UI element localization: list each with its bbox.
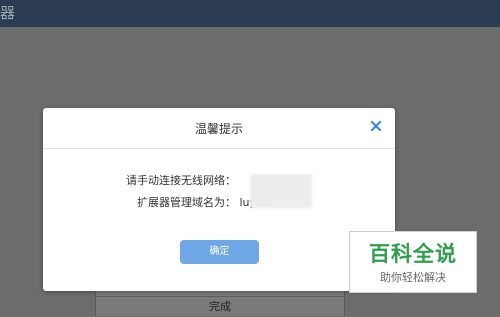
domain-label-text: 扩展器管理域名为： <box>137 196 236 209</box>
watermark-title: 百科全说 <box>369 242 457 266</box>
watermark-subtitle: 助你轻松解决 <box>380 271 446 284</box>
redacted-area <box>250 174 312 208</box>
confirm-button[interactable]: 确定 <box>180 240 259 264</box>
finish-button[interactable]: 完成 <box>96 296 344 317</box>
dialog-header: 温馨提示 <box>43 108 395 149</box>
dialog-title: 温馨提示 <box>194 122 243 136</box>
close-icon[interactable] <box>369 119 383 133</box>
watermark-logo: 百科全说 助你轻松解决 <box>349 231 477 293</box>
top-bar: 器 <box>0 0 500 27</box>
top-bar-title: 器 <box>0 4 16 22</box>
connect-wifi-text: 请手动连接无线网络： <box>126 174 236 187</box>
tip-dialog: 温馨提示 请手动连接无线网络： 扩展器管理域名为： luyou. 确定 <box>43 108 395 291</box>
